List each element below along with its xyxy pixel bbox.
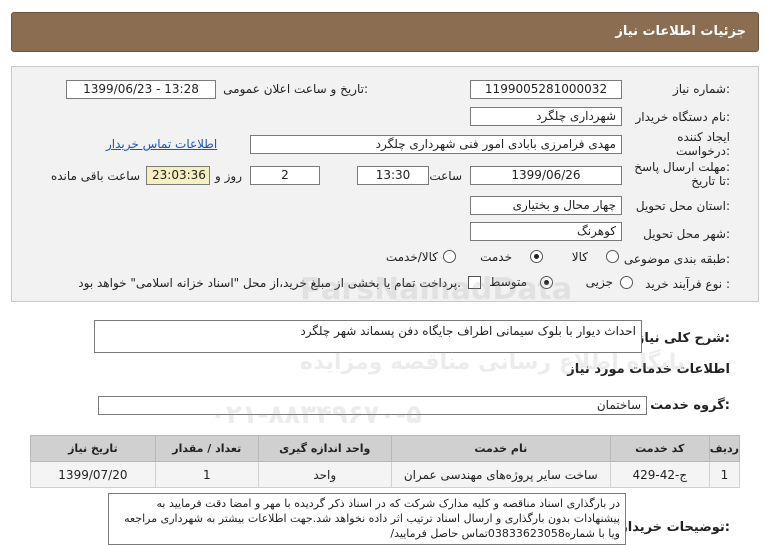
category-option-goods: کالا bbox=[571, 250, 588, 264]
announce-date-field[interactable]: 1399/06/23 - 13:28 bbox=[66, 80, 216, 99]
service-group-label: گروه خدمت: bbox=[650, 398, 730, 413]
column-header-need-date: تاریخ نیاز bbox=[30, 435, 156, 462]
table-header-row: ردیف کد خدمت نام خدمت واحد اندازه گیری ت… bbox=[30, 435, 741, 462]
need-number-label: شماره نیاز: bbox=[672, 82, 730, 96]
city-label: شهر محل تحویل: bbox=[643, 227, 730, 241]
summary-label: شرح کلی نیاز: bbox=[636, 331, 730, 346]
category-label: طبقه بندی موضوعی: bbox=[623, 252, 730, 266]
column-header-service-code: کد خدمت bbox=[609, 435, 710, 462]
requester-label-line1: ایجاد کننده bbox=[677, 130, 730, 144]
process-radio-medium[interactable] bbox=[540, 276, 553, 289]
deadline-days-label: روز و bbox=[215, 169, 242, 183]
column-header-unit: واحد اندازه گیری bbox=[257, 435, 392, 462]
category-radio-goods-service[interactable] bbox=[443, 250, 456, 263]
process-option-minor: جزیی bbox=[585, 275, 613, 289]
buyer-org-label: نام دستگاه خریدار: bbox=[635, 110, 731, 124]
cell-need-date: 1399/07/20 bbox=[30, 461, 156, 488]
cell-service-name: ساخت سایر پروژه‌های مهندسی عمران bbox=[390, 461, 611, 488]
remaining-time-label: ساعت باقی مانده bbox=[50, 169, 140, 183]
cell-unit: واحد bbox=[257, 461, 392, 488]
column-header-row-number: ردیف bbox=[708, 435, 741, 462]
category-option-goods-service: کالا/خدمت bbox=[385, 250, 438, 264]
cell-service-code: ج-42-429 bbox=[609, 461, 710, 488]
announce-date-label: تاریخ و ساعت اعلان عمومی: bbox=[223, 82, 368, 96]
summary-field[interactable]: احداث دیوار با بلوک سیمانی اطراف جایگاه … bbox=[94, 320, 642, 353]
buyer-notes-field[interactable]: در بارگذاری اسناد مناقصه و کلیه مدارک شر… bbox=[108, 493, 626, 545]
buyer-contact-link[interactable]: اطلاعات تماس خریدار bbox=[106, 137, 217, 151]
requester-field[interactable]: مهدی فرامرزی بابادی امور فنی شهرداری چلگ… bbox=[250, 135, 622, 154]
page-title: جزئیات اطلاعات نیاز bbox=[615, 24, 746, 39]
process-option-medium: متوسط bbox=[489, 275, 527, 289]
deadline-date-field[interactable]: 1399/06/26 bbox=[470, 166, 622, 185]
buyer-org-field[interactable]: شهرداری چلگرد bbox=[470, 107, 622, 126]
province-field[interactable]: چهار محال و بختیاری bbox=[470, 196, 622, 215]
deadline-time-label: ساعت bbox=[429, 169, 462, 183]
province-label: استان محل تحویل: bbox=[635, 199, 730, 213]
table-row[interactable]: 1 ج-42-429 ساخت سایر پروژه‌های مهندسی عم… bbox=[30, 461, 741, 488]
category-radio-service[interactable] bbox=[530, 250, 543, 263]
deadline-days-field[interactable]: 2 bbox=[250, 166, 320, 185]
requester-label-line2: درخواست: bbox=[676, 144, 730, 158]
category-option-service: خدمت bbox=[480, 250, 512, 264]
deadline-label-line1: مهلت ارسال پاسخ: bbox=[634, 160, 730, 174]
services-table: ردیف کد خدمت نام خدمت واحد اندازه گیری ت… bbox=[30, 435, 741, 488]
cell-row-number: 1 bbox=[708, 461, 741, 488]
column-header-quantity: تعداد / مقدار bbox=[154, 435, 259, 462]
category-radio-goods[interactable] bbox=[606, 250, 619, 263]
remaining-time-field: 23:03:36 bbox=[146, 166, 210, 185]
services-section-title: اطلاعات خدمات مورد نیاز bbox=[567, 362, 730, 377]
purchase-process-label: نوع فرآیند خرید : bbox=[645, 277, 730, 291]
cell-quantity: 1 bbox=[154, 461, 259, 488]
column-header-service-name: نام خدمت bbox=[390, 435, 611, 462]
city-field[interactable]: کوهرنگ bbox=[470, 222, 622, 241]
deadline-time-field[interactable]: 13:30 bbox=[357, 166, 429, 185]
need-number-field[interactable]: 1199005281000032 bbox=[470, 80, 622, 99]
process-radio-minor[interactable] bbox=[620, 276, 633, 289]
page-header: جزئیات اطلاعات نیاز bbox=[11, 12, 759, 52]
service-group-field[interactable]: ساختمان bbox=[98, 396, 647, 415]
treasury-payment-note: پرداخت تمام یا بخشی از مبلغ خرید،از محل … bbox=[78, 276, 461, 290]
deadline-label-line2: تا تاریخ: bbox=[691, 174, 730, 188]
treasury-payment-checkbox[interactable] bbox=[468, 276, 481, 289]
buyer-notes-label: توضیحات خریدار: bbox=[620, 520, 730, 535]
